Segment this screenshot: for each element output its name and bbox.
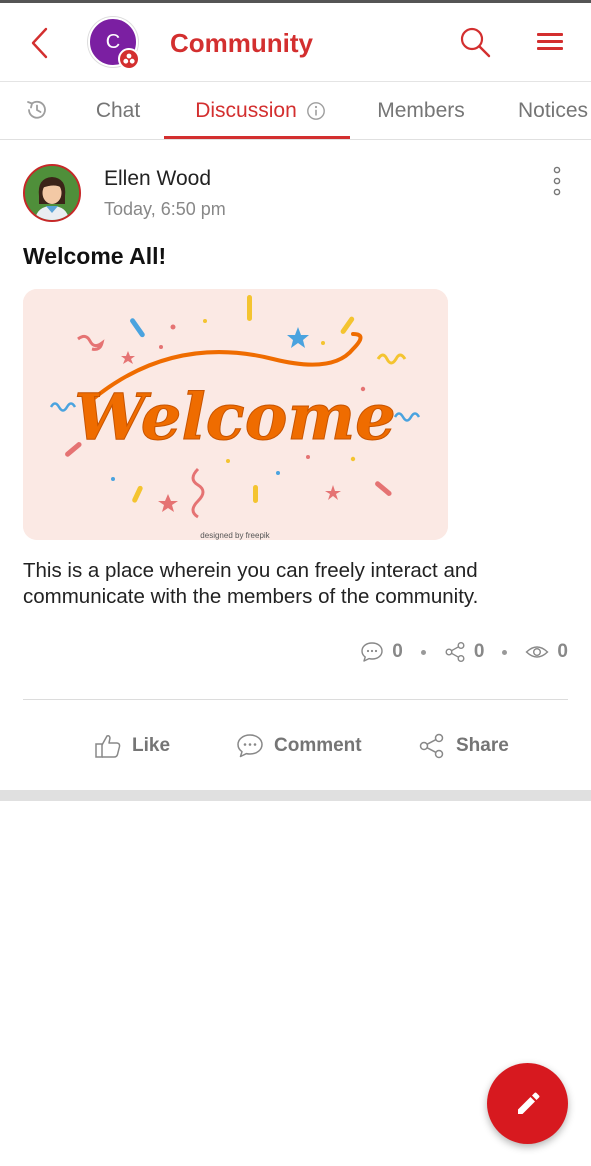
post-title: Welcome All!: [23, 243, 167, 269]
tab-bar: Chat Discussion Members Notices: [0, 82, 591, 140]
info-icon[interactable]: [306, 101, 326, 121]
post-divider: [23, 699, 568, 700]
tab-chat-label: Chat: [95, 99, 141, 122]
share-icon: [445, 642, 465, 662]
community-group-badge-icon: [118, 48, 140, 70]
history-icon: [27, 100, 46, 119]
more-options-button[interactable]: [546, 165, 568, 197]
menu-button[interactable]: [535, 27, 565, 57]
search-icon: [460, 27, 491, 58]
pencil-edit-icon: [517, 1092, 539, 1114]
author-avatar[interactable]: [23, 164, 81, 222]
community-avatar[interactable]: C: [88, 17, 140, 70]
post-image-credit: designed by freepik: [200, 531, 270, 540]
stat-separator: [420, 649, 426, 655]
like-button[interactable]: Like: [94, 729, 170, 763]
search-button[interactable]: [458, 25, 492, 59]
tab-notices[interactable]: Notices: [508, 82, 591, 139]
feed-separator: [0, 790, 591, 801]
post-stats: 0 0 0: [360, 639, 568, 665]
back-button[interactable]: [26, 25, 56, 61]
post-timestamp: Today, 6:50 pm: [104, 199, 226, 219]
comment-count: 0: [360, 641, 403, 663]
app-bar: C Community: [0, 3, 591, 82]
share-icon: [419, 733, 444, 759]
tab-discussion[interactable]: Discussion: [164, 82, 350, 139]
share-count-value: 0: [473, 641, 485, 662]
comment-count-value: 0: [392, 641, 403, 662]
post-body: This is a place wherein you can freely i…: [23, 559, 479, 608]
eye-icon: [525, 646, 549, 658]
view-count-value: 0: [557, 641, 568, 662]
page-title: Community: [170, 28, 313, 58]
tab-history[interactable]: [22, 82, 52, 139]
hamburger-menu-icon: [537, 33, 563, 50]
tab-notices-label: Notices: [517, 99, 589, 122]
author-name[interactable]: Ellen Wood: [104, 167, 211, 191]
tab-members[interactable]: Members: [372, 82, 470, 139]
post-image[interactable]: Welcome designed by freepik: [23, 289, 448, 540]
tab-discussion-label: Discussion: [195, 99, 297, 122]
vertical-dots-icon: [553, 166, 561, 196]
view-count: 0: [525, 641, 568, 663]
comment-bubble-icon: [237, 734, 263, 758]
tab-chat[interactable]: Chat: [90, 82, 146, 139]
tab-members-label: Members: [377, 99, 465, 122]
share-label: Share: [456, 735, 509, 756]
share-button[interactable]: Share: [418, 729, 509, 763]
comment-label: Comment: [274, 735, 362, 756]
comment-bubble-icon: [361, 642, 383, 662]
post-image-welcome-text: Welcome: [74, 380, 396, 455]
comment-button[interactable]: Comment: [236, 729, 362, 763]
share-count: 0: [444, 641, 485, 663]
stat-separator: [502, 649, 508, 655]
post-card: Ellen Wood Today, 6:50 pm Welcome All! W…: [0, 141, 591, 791]
like-label: Like: [132, 735, 171, 756]
thumbs-up-icon: [95, 735, 121, 758]
chevron-left-icon: [31, 27, 48, 59]
create-post-fab[interactable]: [487, 1063, 568, 1144]
